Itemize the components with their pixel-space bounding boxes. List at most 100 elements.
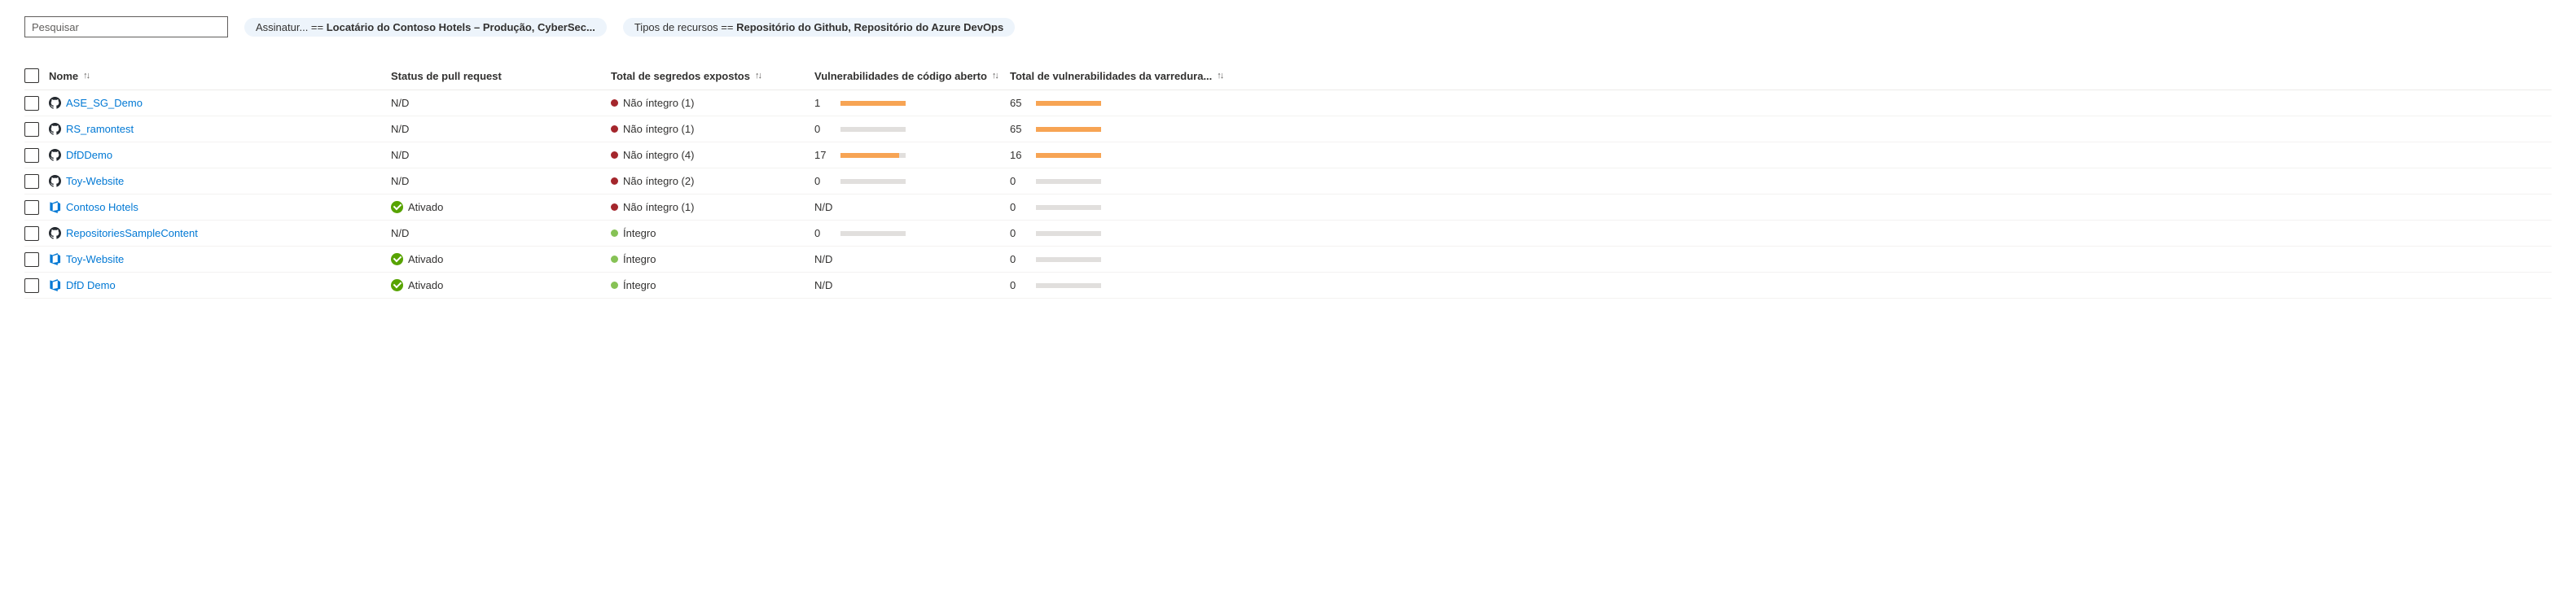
sort-icon: ↑↓: [755, 71, 761, 81]
github-icon: [49, 97, 61, 109]
repo-link[interactable]: Toy-Website: [66, 253, 124, 265]
repo-link[interactable]: Toy-Website: [66, 175, 124, 187]
secrets-text: Íntegro: [623, 253, 656, 265]
secrets-status: Não íntegro (1): [611, 97, 694, 109]
metric-bar: [1036, 179, 1101, 184]
status-dot-icon: [611, 177, 618, 185]
col-label: Total de segredos expostos: [611, 70, 750, 82]
repo-link[interactable]: Contoso Hotels: [66, 201, 138, 213]
repo-link[interactable]: RepositoriesSampleContent: [66, 227, 198, 239]
metric-bar: [1036, 257, 1101, 262]
status-dot-icon: [611, 151, 618, 159]
metric-cell: 0: [814, 227, 906, 239]
metric-cell: 0: [1010, 279, 1101, 291]
secrets-status: Íntegro: [611, 279, 656, 291]
pr-status-text: Ativado: [408, 253, 443, 265]
row-checkbox[interactable]: [24, 200, 39, 215]
search-input[interactable]: [24, 16, 228, 37]
metric-value: 0: [1010, 279, 1028, 291]
metric-value: 0: [1010, 253, 1028, 265]
repo-link[interactable]: DfDDemo: [66, 149, 112, 161]
devops-icon: [49, 253, 61, 265]
table-header-row: Nome ↑↓ Status de pull request Total de …: [24, 62, 2552, 90]
filter-pill-resourcetype[interactable]: Tipos de recursos == Repositório do Gith…: [623, 18, 1015, 37]
col-label: Vulnerabilidades de código aberto: [814, 70, 987, 82]
name-cell: Contoso Hotels: [49, 201, 391, 213]
filter-pill-subscription[interactable]: Assinatur... == Locatário do Contoso Hot…: [244, 18, 607, 37]
github-icon: [49, 149, 61, 161]
metric-cell: 0: [814, 175, 906, 187]
metric-value: 0: [1010, 227, 1028, 239]
metric-cell: 0: [1010, 175, 1101, 187]
status-dot-icon: [611, 125, 618, 133]
check-circle-icon: [391, 279, 403, 291]
table-row: DfDDemo N/D Não íntegro (4) 17 16: [24, 142, 2552, 168]
repo-link[interactable]: DfD Demo: [66, 279, 116, 291]
row-checkbox[interactable]: [24, 148, 39, 163]
metric-bar: [840, 127, 906, 132]
table-row: RS_ramontest N/D Não íntegro (1) 0 65: [24, 116, 2552, 142]
col-label: Status de pull request: [391, 70, 502, 82]
status-dot-icon: [611, 203, 618, 211]
status-dot-icon: [611, 282, 618, 289]
name-cell: ASE_SG_Demo: [49, 97, 391, 109]
pr-status-text: N/D: [391, 175, 409, 187]
filter-prefix: Tipos de recursos ==: [634, 21, 736, 33]
col-label: Nome: [49, 70, 78, 82]
row-checkbox[interactable]: [24, 122, 39, 137]
metric-bar: [840, 179, 906, 184]
metric-value: 1: [814, 97, 832, 109]
select-all-checkbox[interactable]: [24, 68, 39, 83]
repos-table: Nome ↑↓ Status de pull request Total de …: [24, 62, 2552, 299]
col-header-pr-status[interactable]: Status de pull request: [391, 70, 611, 82]
secrets-text: Não íntegro (1): [623, 97, 694, 109]
github-icon: [49, 123, 61, 135]
value-text: N/D: [814, 201, 832, 213]
name-cell: DfDDemo: [49, 149, 391, 161]
status-dot-icon: [611, 229, 618, 237]
metric-bar: [1036, 205, 1101, 210]
metric-bar: [840, 153, 906, 158]
secrets-text: Não íntegro (2): [623, 175, 694, 187]
name-cell: Toy-Website: [49, 175, 391, 187]
sort-icon: ↑↓: [1217, 71, 1222, 81]
row-checkbox[interactable]: [24, 174, 39, 189]
metric-value: 65: [1010, 123, 1028, 135]
table-row: Toy-Website N/D Não íntegro (2) 0 0: [24, 168, 2552, 194]
filter-value: Locatário do Contoso Hotels – Produção, …: [327, 21, 595, 33]
row-checkbox[interactable]: [24, 252, 39, 267]
github-icon: [49, 227, 61, 239]
col-label: Total de vulnerabilidades da varredura..…: [1010, 70, 1212, 82]
row-checkbox[interactable]: [24, 96, 39, 111]
col-header-oss-vuln[interactable]: Vulnerabilidades de código aberto ↑↓: [814, 70, 1010, 82]
secrets-text: Íntegro: [623, 227, 656, 239]
metric-cell: 16: [1010, 149, 1101, 161]
metric-value: 0: [1010, 175, 1028, 187]
repo-link[interactable]: RS_ramontest: [66, 123, 134, 135]
metric-bar: [840, 101, 906, 106]
repo-link[interactable]: ASE_SG_Demo: [66, 97, 143, 109]
pr-status: Ativado: [391, 279, 443, 291]
metric-value: 0: [814, 175, 832, 187]
secrets-status: Não íntegro (1): [611, 201, 694, 213]
col-header-secrets[interactable]: Total de segredos expostos ↑↓: [611, 70, 814, 82]
check-circle-icon: [391, 253, 403, 265]
metric-cell: 1: [814, 97, 906, 109]
table-row: Toy-Website Ativado Íntegro N/D 0: [24, 247, 2552, 273]
pr-status: Ativado: [391, 201, 443, 213]
col-header-name[interactable]: Nome ↑↓: [49, 70, 391, 82]
col-header-scan-vuln[interactable]: Total de vulnerabilidades da varredura..…: [1010, 70, 2552, 82]
secrets-status: Íntegro: [611, 227, 656, 239]
metric-value: 17: [814, 149, 832, 161]
row-checkbox[interactable]: [24, 226, 39, 241]
secrets-text: Íntegro: [623, 279, 656, 291]
pr-status-text: Ativado: [408, 279, 443, 291]
metric-bar: [1036, 283, 1101, 288]
metric-value: 0: [814, 227, 832, 239]
row-checkbox[interactable]: [24, 278, 39, 293]
metric-bar: [1036, 127, 1101, 132]
metric-value: 65: [1010, 97, 1028, 109]
name-cell: RepositoriesSampleContent: [49, 227, 391, 239]
metric-bar: [840, 231, 906, 236]
secrets-text: Não íntegro (1): [623, 201, 694, 213]
